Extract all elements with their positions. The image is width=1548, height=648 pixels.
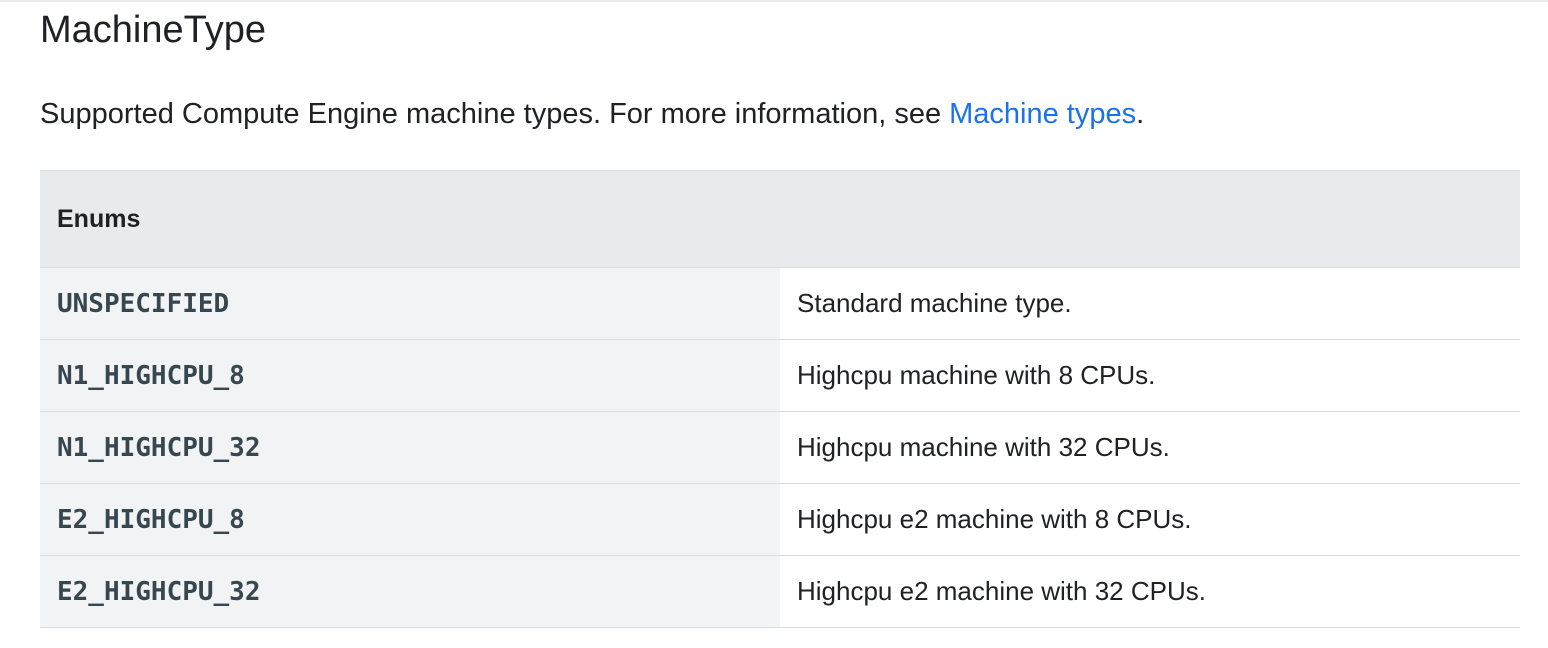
enum-description: Highcpu e2 machine with 8 CPUs. xyxy=(780,483,1520,556)
description-period: . xyxy=(1136,98,1145,130)
table-header-row: Enums xyxy=(40,170,1520,268)
enum-description: Highcpu machine with 8 CPUs. xyxy=(780,339,1520,412)
enum-description: Highcpu e2 machine with 32 CPUs. xyxy=(780,555,1520,628)
table-row: E2_HIGHCPU_8 Highcpu e2 machine with 8 C… xyxy=(40,483,1520,556)
machine-types-link[interactable]: Machine types xyxy=(949,98,1136,130)
enum-name: E2_HIGHCPU_8 xyxy=(40,483,780,556)
table-row: N1_HIGHCPU_8 Highcpu machine with 8 CPUs… xyxy=(40,339,1520,412)
enum-name: N1_HIGHCPU_8 xyxy=(40,339,780,412)
table-row: N1_HIGHCPU_32 Highcpu machine with 32 CP… xyxy=(40,411,1520,484)
enum-description: Standard machine type. xyxy=(780,267,1520,340)
enum-name: N1_HIGHCPU_32 xyxy=(40,411,780,484)
description-text: Supported Compute Engine machine types. … xyxy=(40,98,950,130)
enums-header: Enums xyxy=(40,170,1520,268)
enums-table: Enums UNSPECIFIED Standard machine type.… xyxy=(40,170,1520,628)
page-title: MachineType xyxy=(40,9,267,51)
table-row: UNSPECIFIED Standard machine type. xyxy=(40,267,1520,340)
table-row: E2_HIGHCPU_32 Highcpu e2 machine with 32… xyxy=(40,555,1520,628)
enum-name: E2_HIGHCPU_32 xyxy=(40,555,780,628)
description: Supported Compute Engine machine types. … xyxy=(40,95,1144,133)
enum-name: UNSPECIFIED xyxy=(40,267,780,340)
top-divider xyxy=(0,0,1548,2)
enum-description: Highcpu machine with 32 CPUs. xyxy=(780,411,1520,484)
